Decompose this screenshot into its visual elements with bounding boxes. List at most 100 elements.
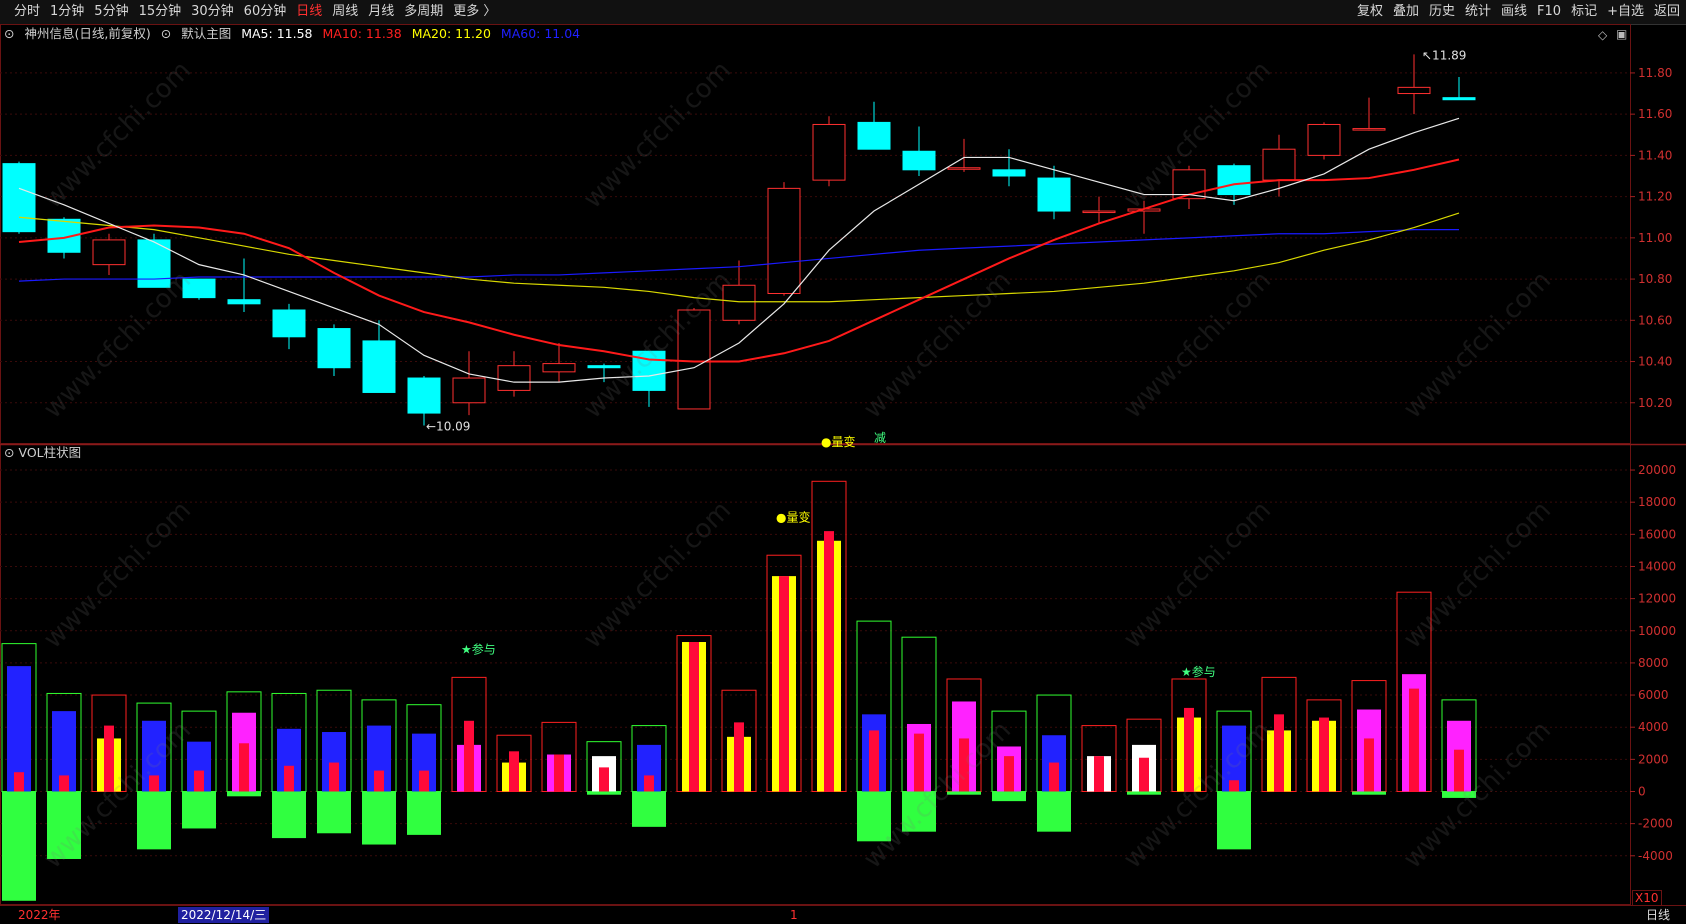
tool-item-1[interactable]: 叠加: [1393, 3, 1419, 21]
candle-body: [407, 377, 441, 414]
volume-red-bar: [14, 772, 24, 792]
candle-body: [452, 377, 486, 404]
menu-item-6[interactable]: 日线: [296, 3, 322, 21]
menu-item-9[interactable]: 多周期: [404, 3, 443, 21]
tool-item-0[interactable]: 复权: [1357, 3, 1383, 21]
volume-negative-bar: [992, 791, 1026, 802]
volume-red-bar: [239, 743, 249, 792]
volume-tick-label: 16000: [1638, 527, 1676, 541]
candle-body: [722, 284, 756, 321]
candle-body: [1442, 97, 1476, 101]
volume-red-bar: [914, 733, 924, 792]
volume-red-bar: [104, 725, 114, 792]
volume-negative-bar: [272, 791, 306, 839]
menu-item-10[interactable]: 更多 〉: [453, 3, 496, 21]
ma-label-2: MA20: 11.20: [411, 26, 491, 41]
volume-title: VOL柱状图: [18, 445, 82, 460]
candle-body: [1037, 177, 1071, 212]
candle-body: [542, 363, 576, 373]
candle-body: [1217, 165, 1251, 196]
volume-negative-bar: [587, 791, 621, 795]
candle-body: [902, 150, 936, 171]
window-icon[interactable]: ▣: [1616, 27, 1627, 41]
volume-negative-bar: [1352, 791, 1386, 795]
volume-negative-bar: [137, 791, 171, 850]
price-tick-label: 10.20: [1638, 396, 1672, 410]
candle-body: [497, 365, 531, 391]
volume-red-bar: [1004, 756, 1014, 792]
chart-canvas[interactable]: 11.80 11.60 11.40 11.20 11.00 10.80 10.60 10.40…: [0, 24, 1686, 905]
volume-red-bar: [599, 767, 609, 792]
volume-red-bar: [464, 720, 474, 792]
volume-negative-bar: [317, 791, 351, 834]
menu-item-2[interactable]: 5分钟: [94, 3, 128, 21]
volume-annotation: ★参与: [1181, 664, 1216, 679]
candle-body: [1397, 86, 1431, 95]
volume-red-bar: [1364, 738, 1374, 792]
candle-body: [677, 309, 711, 410]
tool-item-5[interactable]: F10: [1537, 3, 1561, 21]
candle-body: [1082, 210, 1116, 214]
menu-item-1[interactable]: 1分钟: [50, 3, 84, 21]
candle-body: [317, 328, 351, 369]
candle-body: [857, 121, 891, 150]
template-name[interactable]: 默认主图: [181, 25, 231, 43]
tool-item-2[interactable]: 历史: [1429, 3, 1455, 21]
volume-negative-bar: [857, 791, 891, 842]
menu-item-3[interactable]: 15分钟: [139, 3, 182, 21]
template-icon[interactable]: ⊙: [161, 25, 171, 43]
low-price-label: ←10.09: [426, 419, 470, 433]
volume-tick-label: 12000: [1638, 592, 1676, 606]
ma-legend: MA5: 11.58 MA10: 11.38 MA20: 11.20 MA60: 11…: [241, 25, 580, 43]
price-tick-label: 11.20: [1638, 190, 1672, 204]
date-bar: 2022年 2022/12/14/三 1 日线: [0, 905, 1686, 924]
diamond-icon[interactable]: ◇: [1598, 28, 1607, 42]
volume-tick-label: 0: [1638, 784, 1646, 798]
selected-date[interactable]: 2022/12/14/三: [178, 907, 270, 923]
ma5-line: [18, 117, 1460, 383]
candle-body: [227, 299, 261, 305]
scale-label[interactable]: X10: [1632, 890, 1662, 906]
menu-item-8[interactable]: 月线: [368, 3, 394, 21]
tool-item-8[interactable]: 返回: [1654, 3, 1680, 21]
volume-negative-bar: [407, 791, 441, 835]
tool-item-4[interactable]: 画线: [1501, 3, 1527, 21]
volume-red-bar: [329, 762, 339, 792]
price-tick-label: 10.60: [1638, 313, 1672, 327]
menu-item-0[interactable]: 分时: [14, 3, 40, 21]
tool-item-6[interactable]: 标记: [1571, 3, 1597, 21]
volume-negative-bar: [632, 791, 666, 827]
candle-body: [182, 278, 216, 299]
volume-red-bar: [644, 775, 654, 792]
candle-body: [92, 239, 126, 266]
tool-item-3[interactable]: 统计: [1465, 3, 1491, 21]
volume-red-bar: [779, 576, 789, 792]
collapse-icon[interactable]: ⊙: [4, 444, 14, 462]
month-mark: 1: [790, 908, 798, 922]
price-tick-label: 11.00: [1638, 231, 1672, 245]
price-tick-label: 10.80: [1638, 272, 1672, 286]
volume-negative-bar: [1442, 791, 1476, 798]
volume-panel-frame: [0, 444, 1631, 905]
volume-tick-label: 14000: [1638, 559, 1676, 573]
volume-annotation: ★参与: [461, 641, 496, 656]
volume-red-bar: [509, 751, 519, 792]
candle-body: [767, 187, 801, 295]
collapse-icon[interactable]: ⊙: [4, 25, 14, 43]
volume-negative-bar: [902, 791, 936, 832]
volume-negative-bar: [47, 791, 81, 859]
period-label[interactable]: 日线: [1646, 907, 1670, 923]
menu-item-7[interactable]: 周线: [332, 3, 358, 21]
tool-item-7[interactable]: +自选: [1607, 3, 1644, 21]
volume-red-bar: [1409, 688, 1419, 792]
candle-body: [947, 167, 981, 170]
volume-red-bar: [1184, 707, 1194, 792]
volume-negative-bar: [227, 791, 261, 797]
menu-item-5[interactable]: 60分钟: [244, 3, 287, 21]
volume-negative-bar: [1037, 791, 1071, 832]
volume-red-bar: [1454, 749, 1464, 792]
volume-negative-bar: [1127, 791, 1161, 795]
volume-red-bar: [869, 730, 879, 792]
menu-item-4[interactable]: 30分钟: [191, 3, 234, 21]
high-price-label: ↖11.89: [1422, 48, 1466, 62]
